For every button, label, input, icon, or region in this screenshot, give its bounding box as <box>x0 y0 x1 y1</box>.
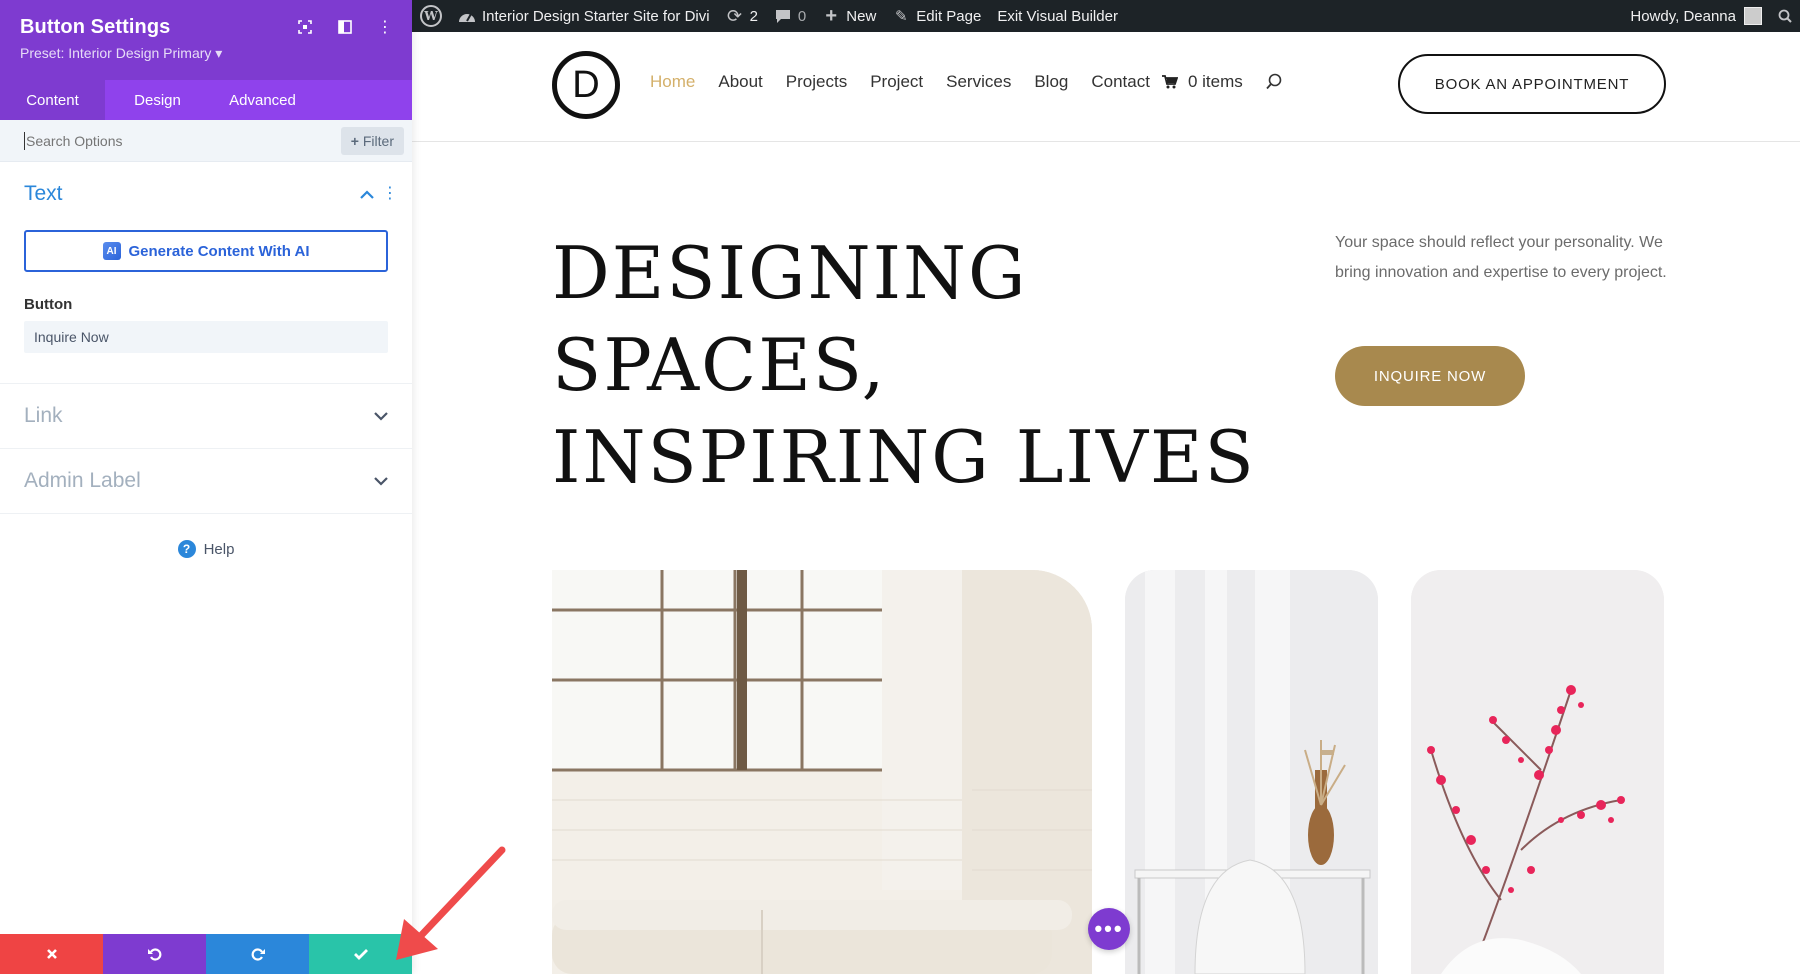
ai-icon: AI <box>103 242 121 260</box>
redo-button[interactable] <box>206 934 309 974</box>
text-section: Text ⋮ AI Generate Content With AI Butto… <box>0 162 412 384</box>
wp-logo-menu[interactable]: W <box>412 0 450 32</box>
site-preview: D Home About Projects Project Services B… <box>412 32 1800 974</box>
hero-title-line: DESIGNING <box>552 227 1256 319</box>
cart-count: 0 items <box>1188 72 1243 92</box>
search-icon <box>1778 9 1792 23</box>
undo-icon <box>147 946 163 962</box>
new-content-menu[interactable]: + New <box>814 0 884 32</box>
hero-title: DESIGNING SPACES, INSPIRING LIVES <box>552 227 1256 503</box>
cart-icon <box>1162 75 1178 89</box>
discard-button[interactable] <box>0 934 103 974</box>
site-name-menu[interactable]: Interior Design Starter Site for Divi <box>450 0 718 32</box>
updates-menu[interactable]: ⟳ 2 <box>718 0 766 32</box>
logo-letter: D <box>572 64 599 107</box>
admin-label-section-toggle[interactable]: Admin Label <box>24 449 388 513</box>
new-label: New <box>846 8 876 25</box>
nav-services[interactable]: Services <box>946 72 1011 92</box>
annotation-arrow <box>392 845 512 965</box>
search-icon[interactable] <box>1265 73 1283 91</box>
living-room-photo <box>552 570 1092 974</box>
book-appointment-button[interactable]: BOOK AN APPOINTMENT <box>1398 54 1666 114</box>
close-icon <box>46 948 58 960</box>
exit-visual-builder-link[interactable]: Exit Visual Builder <box>989 0 1126 32</box>
plus-icon: + <box>351 133 359 149</box>
button-text-input[interactable]: Inquire Now <box>24 321 388 353</box>
options-search-bar: + Filter <box>0 120 412 162</box>
hero-description: Your space should reflect your personali… <box>1335 228 1685 288</box>
snap-panel-icon[interactable] <box>336 18 354 36</box>
button-settings-panel: Button Settings Preset: Interior Design … <box>0 0 412 974</box>
updates-count: 2 <box>750 8 758 25</box>
nav-contact[interactable]: Contact <box>1091 72 1150 92</box>
fullscreen-icon[interactable] <box>296 18 314 36</box>
link-section-toggle[interactable]: Link <box>24 384 388 448</box>
hero-title-line: SPACES, <box>552 319 1256 411</box>
comment-icon <box>774 7 792 25</box>
dashboard-icon <box>458 7 476 25</box>
generate-content-ai-button[interactable]: AI Generate Content With AI <box>24 230 388 272</box>
updates-icon: ⟳ <box>726 7 744 25</box>
search-options-input[interactable] <box>24 132 341 150</box>
greeting: Howdy, Deanna <box>1630 8 1736 25</box>
adminbar-search[interactable] <box>1770 0 1800 32</box>
tab-advanced[interactable]: Advanced <box>210 80 315 120</box>
admin-label-section-title: Admin Label <box>24 469 141 493</box>
avatar <box>1744 7 1762 25</box>
ai-button-label: Generate Content With AI <box>129 243 310 260</box>
plus-icon: + <box>822 7 840 25</box>
panel-header-icons: ⋮ <box>296 18 394 36</box>
comments-menu[interactable]: 0 <box>766 0 814 32</box>
pencil-icon: ✎ <box>892 7 910 25</box>
filter-label: Filter <box>363 133 394 149</box>
chevron-down-icon <box>374 412 388 421</box>
section-options-icon[interactable]: ⋮ <box>382 186 398 202</box>
site-name: Interior Design Starter Site for Divi <box>482 8 710 25</box>
help-link[interactable]: ? Help <box>0 540 412 558</box>
nav-projects[interactable]: Projects <box>786 72 847 92</box>
link-section: Link <box>0 384 412 449</box>
button-field-label: Button <box>24 296 388 313</box>
exit-builder-label: Exit Visual Builder <box>997 8 1118 25</box>
panel-tabs: Content Design Advanced <box>0 80 412 120</box>
inquire-now-button[interactable]: INQUIRE NOW <box>1335 346 1525 406</box>
tab-content[interactable]: Content <box>0 80 105 120</box>
hero-title-line: INSPIRING LIVES <box>552 411 1256 503</box>
link-section-title: Link <box>24 404 63 428</box>
more-options-button[interactable]: ••• <box>1088 908 1130 950</box>
preset-selector[interactable]: Preset: Interior Design Primary ▾ <box>20 45 392 62</box>
cart-link[interactable]: 0 items <box>1162 72 1243 92</box>
undo-button[interactable] <box>103 934 206 974</box>
chair-photo <box>1125 570 1378 974</box>
help-icon: ? <box>178 540 196 558</box>
panel-footer <box>0 934 412 974</box>
edit-page-link[interactable]: ✎ Edit Page <box>884 0 989 32</box>
nav-project[interactable]: Project <box>870 72 923 92</box>
panel-header: Button Settings Preset: Interior Design … <box>0 0 412 80</box>
panel-more-icon[interactable]: ⋮ <box>376 18 394 36</box>
chevron-up-icon <box>360 190 374 199</box>
site-logo[interactable]: D <box>552 51 620 119</box>
admin-label-section: Admin Label <box>0 449 412 514</box>
checkmark-icon <box>353 948 369 960</box>
help-label: Help <box>204 541 235 558</box>
filter-button[interactable]: + Filter <box>341 127 404 155</box>
chevron-down-icon <box>374 477 388 486</box>
comments-count: 0 <box>798 8 806 25</box>
edit-page-label: Edit Page <box>916 8 981 25</box>
nav-blog[interactable]: Blog <box>1034 72 1068 92</box>
text-section-toggle[interactable]: Text <box>24 162 388 226</box>
nav-home[interactable]: Home <box>650 72 695 92</box>
text-section-title: Text <box>24 182 63 206</box>
account-menu[interactable]: Howdy, Deanna <box>1622 0 1770 32</box>
red-berries-photo <box>1411 570 1664 974</box>
main-navigation: Home About Projects Project Services Blo… <box>650 72 1283 92</box>
redo-icon <box>250 946 266 962</box>
tab-design[interactable]: Design <box>105 80 210 120</box>
adminbar-right: Howdy, Deanna <box>1622 0 1800 32</box>
wordpress-icon: W <box>420 5 442 27</box>
site-header: D Home About Projects Project Services B… <box>412 32 1800 142</box>
nav-about[interactable]: About <box>718 72 762 92</box>
